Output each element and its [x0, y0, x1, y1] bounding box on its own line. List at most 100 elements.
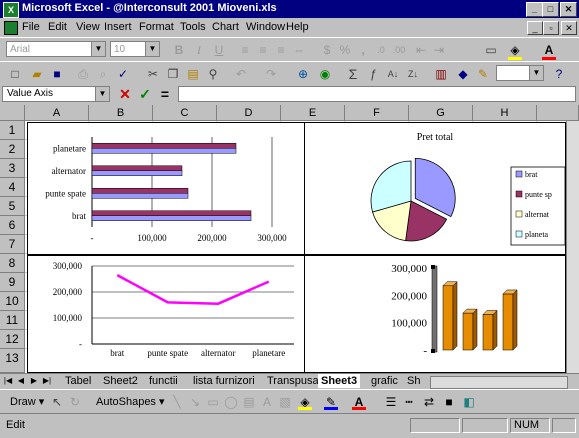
zoom-dropdown[interactable]: ▼: [496, 65, 544, 81]
percent-button[interactable]: %: [336, 41, 354, 59]
column-header[interactable]: E: [281, 105, 345, 121]
row-header[interactable]: 10: [0, 292, 25, 311]
doc-restore-button[interactable]: ▫: [543, 21, 559, 35]
save-icon[interactable]: ■: [48, 65, 66, 83]
chart-wizard-icon[interactable]: ▥: [432, 65, 450, 83]
arrow-icon[interactable]: ↘: [186, 393, 204, 411]
italic-button[interactable]: I: [190, 41, 208, 59]
merge-center-icon[interactable]: ⇔: [290, 41, 308, 59]
select-all-corner[interactable]: [0, 105, 25, 121]
workbook-icon[interactable]: [4, 21, 18, 35]
sheet-tab-active[interactable]: Sheet3: [318, 374, 361, 388]
column-header[interactable]: C: [153, 105, 217, 121]
decrease-decimal-icon[interactable]: .00: [390, 41, 408, 59]
borders-icon[interactable]: ▭: [482, 41, 500, 59]
office-assistant-icon[interactable]: ?: [550, 65, 568, 83]
autoshapes-menu[interactable]: AutoShapes ▾: [96, 395, 165, 408]
equals-button[interactable]: =: [156, 86, 174, 102]
free-rotate-icon[interactable]: ↻: [66, 393, 84, 411]
last-sheet-icon[interactable]: ▶|: [42, 375, 52, 387]
prev-sheet-icon[interactable]: ◀: [16, 375, 26, 387]
drawing-icon[interactable]: ✎: [474, 65, 492, 83]
map-icon[interactable]: ◆: [454, 65, 472, 83]
row-header[interactable]: 1: [0, 121, 25, 140]
textbox-icon[interactable]: ▤: [240, 393, 258, 411]
select-objects-icon[interactable]: ↖: [48, 393, 66, 411]
cancel-icon[interactable]: ✕: [116, 86, 134, 102]
wordart-icon[interactable]: A: [258, 393, 276, 411]
enter-icon[interactable]: ✓: [136, 86, 154, 102]
column-header[interactable]: G: [409, 105, 473, 121]
align-left-icon[interactable]: ≡: [236, 41, 254, 59]
sort-descending-icon[interactable]: Z↓: [404, 65, 422, 83]
undo-icon[interactable]: ↶: [232, 65, 250, 83]
worksheet-grid[interactable]: A B C D E F G H 1 2 3 4 5 6 7 8 9 10 11 …: [0, 105, 579, 373]
sheet-tab[interactable]: functii: [146, 374, 181, 388]
chevron-down-icon[interactable]: ▼: [529, 66, 543, 80]
doc-minimize-button[interactable]: _: [527, 21, 543, 35]
redo-icon[interactable]: ↷: [262, 65, 280, 83]
menu-edit[interactable]: Edit: [48, 21, 67, 33]
vertical-scrollbar[interactable]: [566, 121, 579, 373]
row-header[interactable]: 5: [0, 197, 25, 216]
hyperlink-icon[interactable]: ⊕: [294, 65, 312, 83]
chevron-down-icon[interactable]: ▼: [95, 87, 109, 101]
minimize-button[interactable]: _: [526, 2, 543, 17]
chevron-down-icon[interactable]: ▼: [145, 42, 159, 56]
print-icon[interactable]: ⎙: [74, 65, 92, 83]
increase-decimal-icon[interactable]: .0: [372, 41, 390, 59]
paste-icon[interactable]: ▤: [184, 65, 202, 83]
font-name-dropdown[interactable]: Arial ▼: [6, 41, 106, 57]
menu-help[interactable]: Help: [286, 21, 309, 33]
oval-icon[interactable]: ◯: [222, 393, 240, 411]
line-style-icon[interactable]: ☰: [382, 393, 400, 411]
print-preview-icon[interactable]: ⌕: [94, 65, 112, 83]
align-right-icon[interactable]: ≡: [272, 41, 290, 59]
row-header[interactable]: 8: [0, 254, 25, 273]
row-header[interactable]: 13: [0, 349, 25, 373]
row-header[interactable]: 9: [0, 273, 25, 292]
menu-chart[interactable]: Chart: [212, 21, 239, 33]
spelling-icon[interactable]: ✓: [114, 65, 132, 83]
currency-button[interactable]: $: [318, 41, 336, 59]
font-size-dropdown[interactable]: 10 ▼: [110, 41, 160, 57]
decrease-indent-icon[interactable]: ⇤: [412, 41, 430, 59]
line-chart[interactable]: - 100,000 200,000 300,000 brat punte spate alt…: [27, 255, 305, 373]
shadow-icon[interactable]: ■: [440, 393, 458, 411]
arrow-style-icon[interactable]: ⇄: [420, 393, 438, 411]
row-header[interactable]: 12: [0, 330, 25, 349]
sheet-tab[interactable]: grafic: [368, 374, 401, 388]
comma-button[interactable]: ,: [354, 41, 372, 59]
column-header[interactable]: A: [25, 105, 89, 121]
format-painter-icon[interactable]: ⚲: [204, 65, 222, 83]
align-center-icon[interactable]: ≡: [254, 41, 272, 59]
autosum-icon[interactable]: Σ: [344, 65, 362, 83]
column-header[interactable]: [537, 105, 579, 121]
insert-picture-icon[interactable]: ▧: [276, 393, 294, 411]
function-icon[interactable]: ƒ: [364, 65, 382, 83]
3d-icon[interactable]: ◧: [460, 393, 478, 411]
column-header[interactable]: F: [345, 105, 409, 121]
menu-format[interactable]: Format: [139, 21, 174, 33]
copy-icon[interactable]: ❐: [164, 65, 182, 83]
open-folder-icon[interactable]: ▰: [28, 65, 46, 83]
row-header[interactable]: 6: [0, 216, 25, 235]
row-header[interactable]: 11: [0, 311, 25, 330]
name-box[interactable]: Value Axis ▼: [2, 86, 110, 102]
web-toolbar-icon[interactable]: ◉: [316, 65, 334, 83]
menu-insert[interactable]: Insert: [104, 21, 132, 33]
pie-chart[interactable]: Pret total brat punte sp alternat planeta: [304, 122, 566, 255]
underline-button[interactable]: U: [210, 41, 228, 59]
column-header[interactable]: D: [217, 105, 281, 121]
bold-button[interactable]: B: [170, 41, 188, 59]
doc-close-button[interactable]: ✕: [561, 21, 577, 35]
sheet-tab[interactable]: Tabel: [62, 374, 94, 388]
row-header[interactable]: 4: [0, 178, 25, 197]
close-button[interactable]: ✕: [560, 2, 577, 17]
draw-menu[interactable]: Draw ▾: [10, 395, 44, 408]
bar-chart[interactable]: - 100,000 200,000 300,000 brat punte spate alt…: [27, 122, 305, 255]
horizontal-scrollbar[interactable]: [430, 376, 568, 389]
cut-icon[interactable]: ✂: [144, 65, 162, 83]
menu-window[interactable]: Window: [246, 21, 285, 33]
row-header[interactable]: 7: [0, 235, 25, 254]
